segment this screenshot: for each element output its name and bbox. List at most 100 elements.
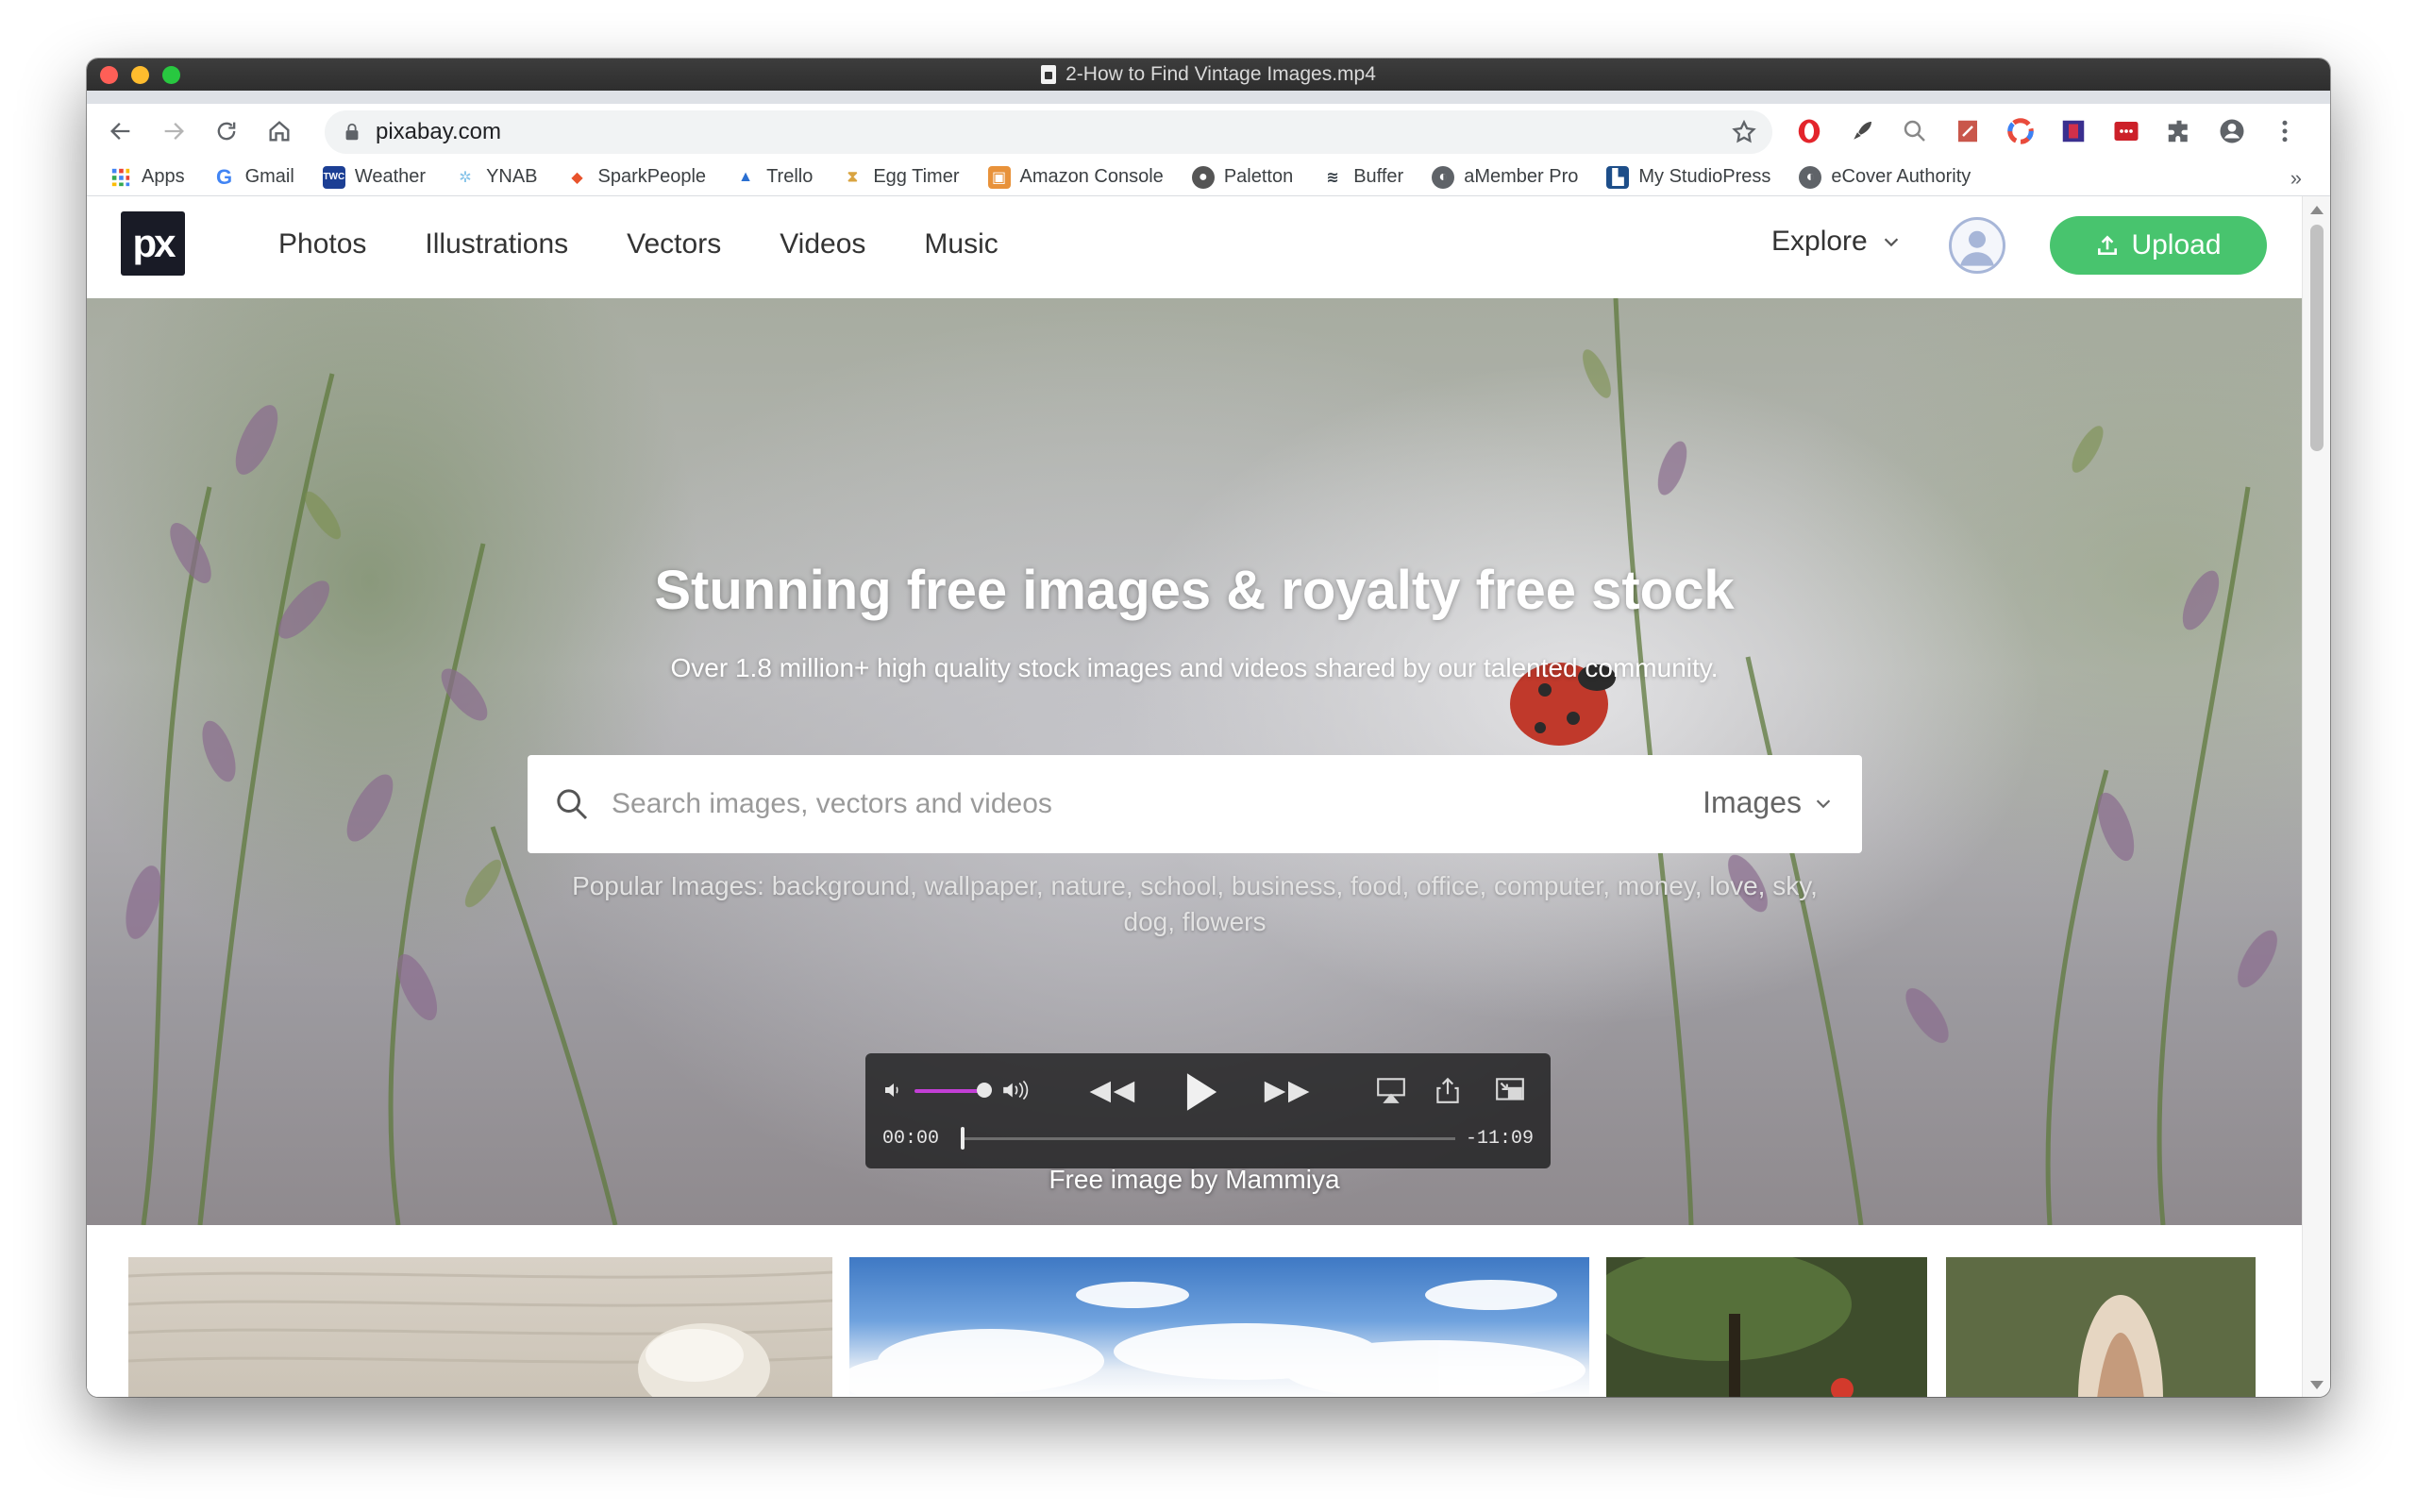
- pdf-extension[interactable]: [1950, 113, 1986, 149]
- apps-grid-icon: [109, 166, 132, 189]
- bookmarks-bar: Apps G Gmail TWC Weather ✲ YNAB ◆ SparkP…: [87, 159, 2330, 196]
- home-button[interactable]: [253, 105, 306, 158]
- nav-illustrations[interactable]: Illustrations: [425, 228, 568, 260]
- purple-square-icon: [2062, 120, 2085, 143]
- url-text[interactable]: pixabay.com: [376, 119, 501, 145]
- page-scrollbar[interactable]: [2302, 196, 2330, 1397]
- color-extension[interactable]: [2003, 113, 2038, 149]
- popular-searches: Popular Images: background, wallpaper, n…: [549, 868, 1840, 940]
- bookmark-amazon-console[interactable]: ▣ Amazon Console: [987, 165, 1164, 189]
- play-icon: [1187, 1073, 1217, 1111]
- bookmark-gmail[interactable]: G Gmail: [213, 164, 294, 189]
- hero-subtitle: Over 1.8 million+ high quality stock ima…: [670, 653, 1719, 682]
- sparkpeople-icon: ◆: [571, 169, 583, 186]
- search-extension[interactable]: [1897, 113, 1933, 149]
- browser-window: 2-How to Find Vintage Images.mp4 pixabay…: [87, 59, 2330, 1397]
- bookmark-weather[interactable]: TWC Weather: [322, 165, 427, 189]
- upload-button[interactable]: Upload: [2050, 216, 2267, 275]
- popular-terms[interactable]: background, wallpaper, nature, school, b…: [772, 871, 1818, 936]
- image-thumbnail[interactable]: [1946, 1257, 2256, 1397]
- progress-playhead[interactable]: [961, 1127, 965, 1150]
- paletton-icon: ●: [1191, 165, 1215, 189]
- window-controls: [100, 66, 180, 84]
- volume-knob[interactable]: [977, 1083, 992, 1098]
- scrollbar-thumb[interactable]: [2310, 225, 2324, 451]
- close-window-button[interactable]: [100, 66, 118, 84]
- forward-button[interactable]: [147, 105, 200, 158]
- volume-low-icon[interactable]: [882, 1079, 905, 1101]
- bookmark-label: Weather: [354, 166, 427, 187]
- rocket-extension[interactable]: [1844, 113, 1880, 149]
- minimize-window-button[interactable]: [131, 66, 149, 84]
- video-player-controls: 00:00 -11:09: [865, 1053, 1551, 1168]
- volume-high-icon[interactable]: [1000, 1078, 1032, 1102]
- browser-menu-button[interactable]: [2267, 113, 2303, 149]
- bookmark-trello[interactable]: ▲ Trello: [734, 166, 813, 189]
- rocket-icon: [1854, 122, 1871, 140]
- play-button[interactable]: [1177, 1070, 1226, 1114]
- share-icon[interactable]: [1432, 1076, 1464, 1104]
- bookmark-label: Apps: [142, 166, 185, 187]
- opera-icon: [1798, 119, 1820, 143]
- bookmark-manager-extension[interactable]: [2055, 113, 2091, 149]
- bookmark-star-icon[interactable]: [1731, 119, 1757, 145]
- ynab-tree-icon: ✲: [459, 169, 472, 186]
- bookmark-my-studiopress[interactable]: ▙ My StudioPress: [1606, 165, 1770, 189]
- bookmark-buffer[interactable]: ≋ Buffer: [1321, 166, 1404, 189]
- user-avatar[interactable]: [1949, 217, 2005, 274]
- nav-photos[interactable]: Photos: [278, 228, 366, 260]
- rewind-button[interactable]: [1084, 1070, 1137, 1114]
- search-type-dropdown[interactable]: Images: [1703, 785, 1834, 820]
- search-input[interactable]: [612, 788, 1650, 820]
- user-silhouette-icon: [1960, 230, 1994, 266]
- chevron-down-icon: [1816, 798, 1831, 808]
- tab-strip[interactable]: [87, 91, 2330, 104]
- image-thumbnail[interactable]: [849, 1257, 1589, 1397]
- main-nav: Photos Illustrations Vectors Videos Musi…: [278, 228, 998, 260]
- extensions-button[interactable]: [2161, 113, 2197, 149]
- bookmark-sparkpeople[interactable]: ◆ SparkPeople: [566, 166, 706, 189]
- google-g-icon: G: [216, 164, 233, 189]
- reload-button[interactable]: [200, 105, 253, 158]
- bookmark-egg-timer[interactable]: ⧗ Egg Timer: [841, 166, 960, 189]
- progress-track[interactable]: [963, 1137, 1455, 1140]
- globe-icon: ◐: [1799, 165, 1822, 189]
- bookmarks-overflow-button[interactable]: »: [2290, 166, 2302, 191]
- bookmark-label: Trello: [766, 166, 814, 187]
- nav-vectors[interactable]: Vectors: [627, 228, 721, 260]
- airplay-icon[interactable]: [1375, 1076, 1407, 1104]
- bookmark-apps[interactable]: Apps: [109, 166, 185, 189]
- lock-icon[interactable]: [342, 122, 362, 143]
- picture-in-picture-icon[interactable]: [1494, 1076, 1526, 1104]
- back-button[interactable]: [94, 105, 147, 158]
- opera-extension[interactable]: [1791, 113, 1827, 149]
- bookmark-ynab[interactable]: ✲ YNAB: [454, 166, 537, 189]
- image-thumbnail[interactable]: [128, 1257, 832, 1397]
- bookmark-amember-pro[interactable]: ◐ aMember Pro: [1432, 165, 1579, 189]
- scroll-up-arrow-icon[interactable]: [2310, 206, 2324, 214]
- bookmark-label: eCover Authority: [1831, 166, 1971, 187]
- image-credit[interactable]: Free image by Mammiya: [87, 1165, 2302, 1195]
- bookmark-label: aMember Pro: [1464, 166, 1579, 187]
- bookmark-label: YNAB: [486, 166, 538, 187]
- nav-videos[interactable]: Videos: [780, 228, 865, 260]
- pixabay-logo[interactable]: px: [121, 211, 185, 276]
- profile-button[interactable]: [2214, 113, 2250, 149]
- search-icon[interactable]: [553, 785, 591, 823]
- lastpass-extension[interactable]: [2108, 113, 2144, 149]
- scroll-down-arrow-icon[interactable]: [2310, 1381, 2324, 1389]
- bookmark-paletton[interactable]: ● Paletton: [1191, 165, 1293, 189]
- hero-section: Stunning free images & royalty free stoc…: [87, 298, 2302, 1225]
- explore-menu[interactable]: Explore: [1771, 226, 1902, 258]
- account-circle-icon: [2220, 119, 2244, 143]
- volume-slider[interactable]: [914, 1089, 984, 1093]
- image-thumbnail[interactable]: [1606, 1257, 1927, 1397]
- lastpass-icon: [2114, 122, 2139, 141]
- zoom-window-button[interactable]: [162, 66, 180, 84]
- search-bar: Images: [528, 755, 1862, 853]
- buffer-icon: ≋: [1326, 169, 1339, 186]
- nav-music[interactable]: Music: [924, 228, 998, 260]
- bookmark-ecover-authority[interactable]: ◐ eCover Authority: [1799, 165, 1971, 189]
- address-bar[interactable]: pixabay.com: [325, 110, 1772, 154]
- fast-forward-button[interactable]: [1262, 1070, 1315, 1114]
